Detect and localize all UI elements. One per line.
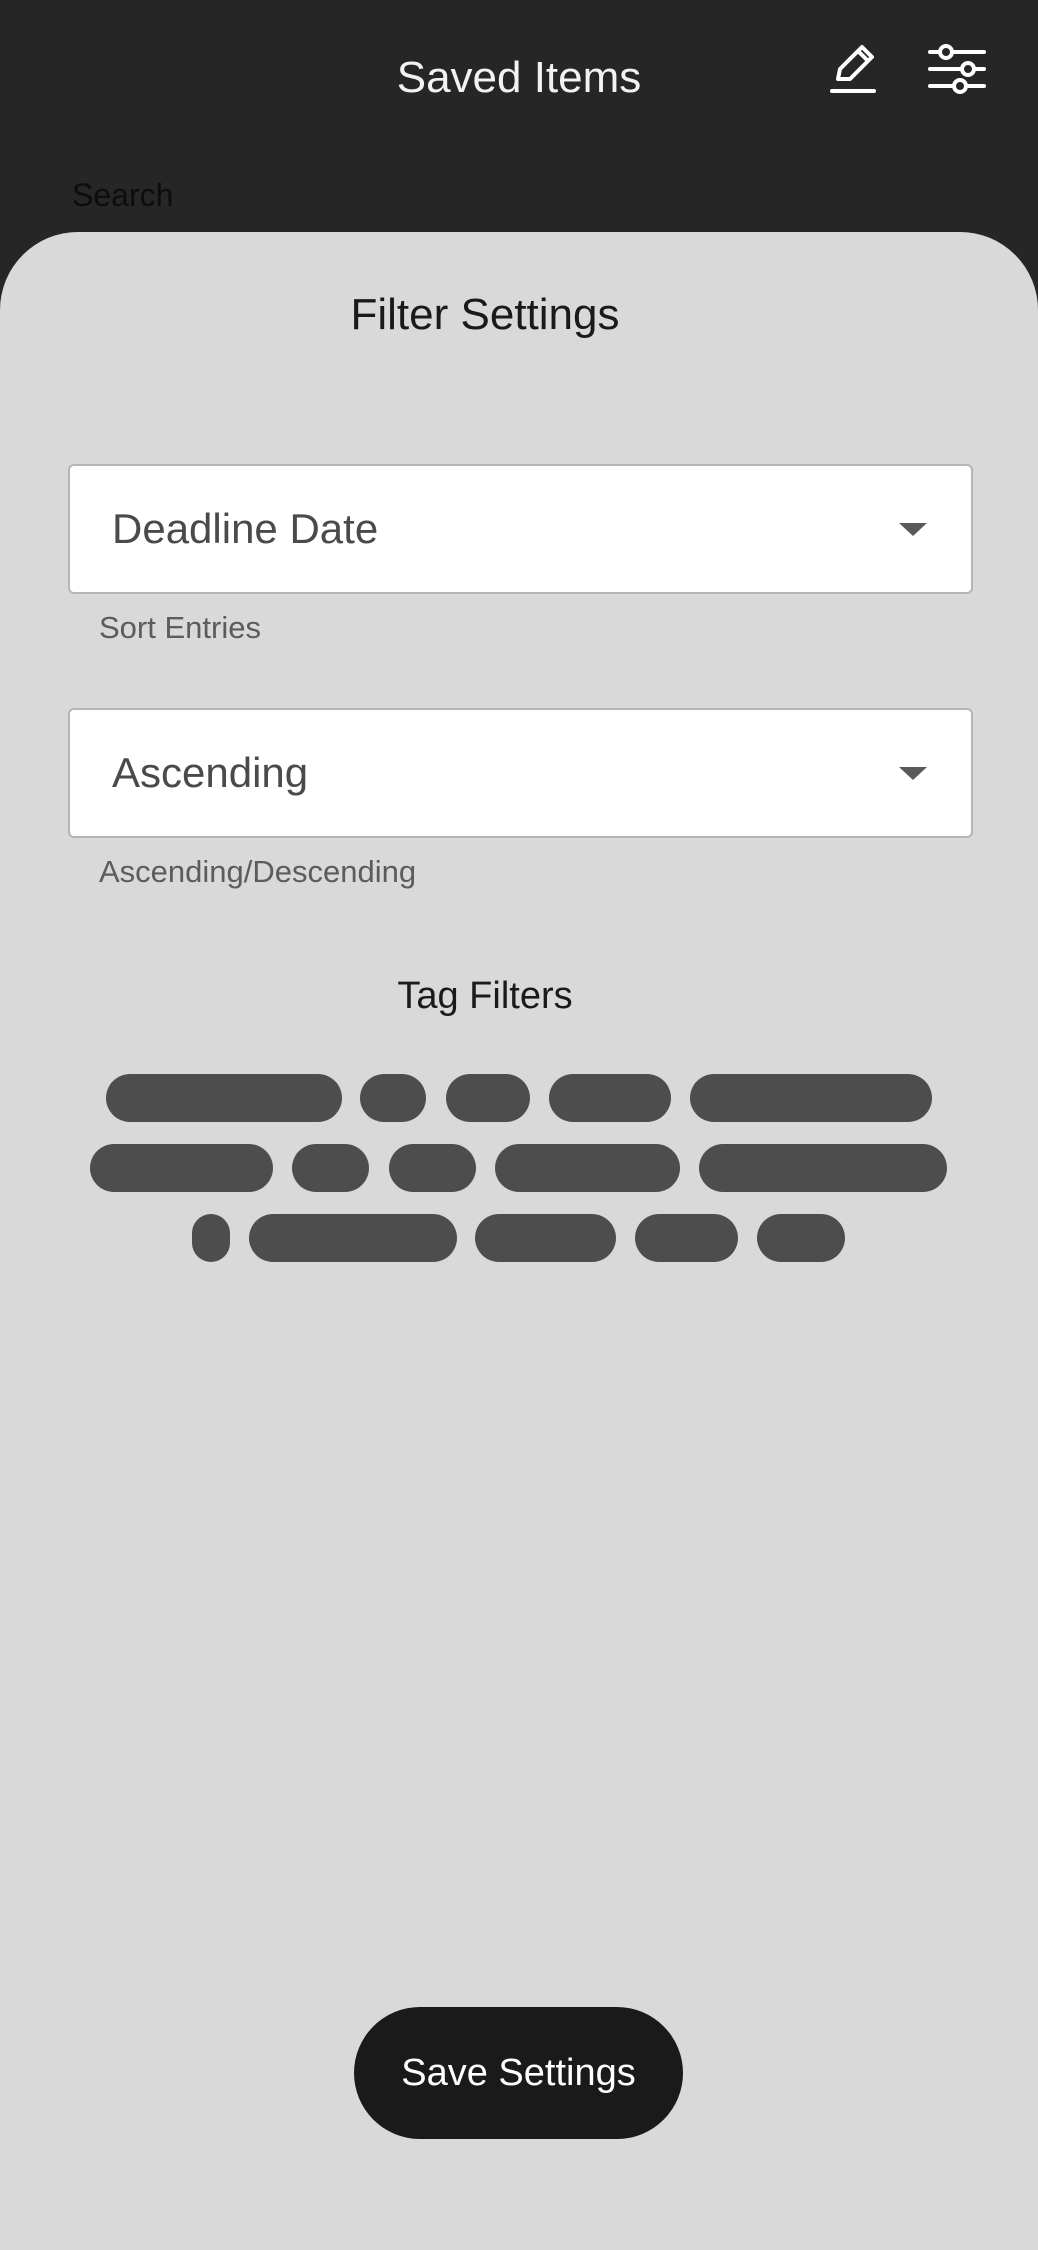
tag-chip[interactable] [249, 1214, 457, 1262]
tag-chip[interactable] [549, 1074, 671, 1122]
app-screen: Saved Items Search Filter Settings Deadl… [0, 0, 1038, 2250]
tag-chip[interactable] [757, 1214, 845, 1262]
tag-chip[interactable] [690, 1074, 932, 1122]
save-settings-button[interactable]: Save Settings [354, 2007, 683, 2139]
tag-chip[interactable] [192, 1214, 230, 1262]
search-label[interactable]: Search [72, 174, 173, 216]
filter-settings-sheet: Filter Settings Deadline Date Sort Entri… [0, 232, 1038, 2250]
tag-filters-title: Tag Filters [397, 975, 573, 1017]
order-select[interactable]: Ascending [68, 708, 973, 838]
order-helper-text: Ascending/Descending [99, 854, 417, 889]
tag-chip[interactable] [475, 1214, 616, 1262]
tag-chip[interactable] [495, 1144, 680, 1192]
pencil-icon[interactable] [822, 38, 884, 100]
order-select-value: Ascending [112, 749, 309, 796]
tag-chip[interactable] [446, 1074, 530, 1122]
tag-chip[interactable] [389, 1144, 476, 1192]
order-field: Ascending Ascending/Descending [68, 708, 973, 892]
sort-select-value: Deadline Date [112, 505, 379, 552]
chevron-down-icon [899, 522, 927, 536]
chevron-down-icon [899, 766, 927, 780]
tag-chip[interactable] [699, 1144, 947, 1192]
sort-field: Deadline Date Sort Entries [68, 464, 973, 648]
tag-chip[interactable] [635, 1214, 738, 1262]
sheet-title: Filter Settings [350, 290, 620, 339]
tag-chip[interactable] [360, 1074, 426, 1122]
sliders-icon[interactable] [926, 38, 988, 100]
app-header: Saved Items [0, 0, 1038, 160]
tag-chip[interactable] [292, 1144, 369, 1192]
tag-chip[interactable] [106, 1074, 342, 1122]
sort-helper-text: Sort Entries [99, 610, 261, 645]
tag-chip[interactable] [90, 1144, 273, 1192]
sort-select[interactable]: Deadline Date [68, 464, 973, 594]
